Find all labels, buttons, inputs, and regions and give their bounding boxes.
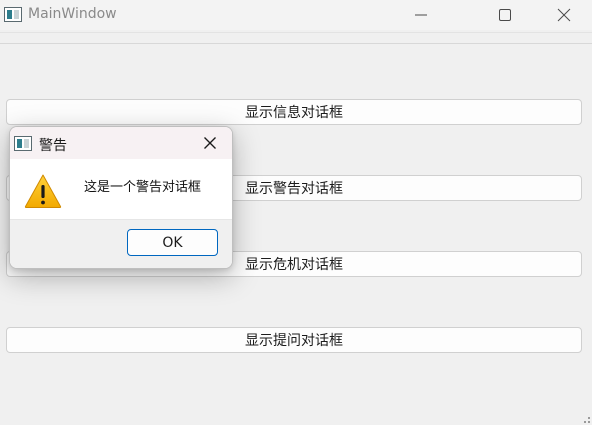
maximize-icon: [499, 9, 511, 21]
show-info-dialog-button[interactable]: 显示信息对话框: [6, 99, 582, 125]
app-window-icon: [4, 7, 22, 22]
warning-dialog: 警告 这是一个警告对话框 OK: [9, 126, 233, 269]
menubar-divider: [0, 32, 592, 33]
close-button[interactable]: [541, 0, 587, 30]
close-icon: [204, 137, 216, 149]
dialog-titlebar[interactable]: 警告: [10, 127, 232, 159]
window-titlebar[interactable]: MainWindow: [0, 0, 592, 30]
maximize-button[interactable]: [482, 0, 528, 30]
warning-icon: [24, 174, 62, 208]
close-icon: [557, 8, 571, 22]
toolbar-divider: [0, 43, 592, 44]
resize-grip[interactable]: [584, 417, 590, 423]
window-title: MainWindow: [28, 6, 117, 22]
dialog-body: 这是一个警告对话框: [10, 159, 232, 219]
dialog-close-button[interactable]: [192, 129, 228, 157]
dialog-message: 这是一个警告对话框: [84, 180, 202, 195]
show-question-dialog-button[interactable]: 显示提问对话框: [6, 327, 582, 353]
ok-button[interactable]: OK: [127, 229, 218, 256]
dialog-button-box: OK: [10, 219, 232, 268]
minimize-icon: [415, 14, 427, 16]
dialog-title: 警告: [39, 138, 67, 154]
minimize-button[interactable]: [398, 0, 444, 30]
dialog-app-icon: [14, 136, 32, 151]
